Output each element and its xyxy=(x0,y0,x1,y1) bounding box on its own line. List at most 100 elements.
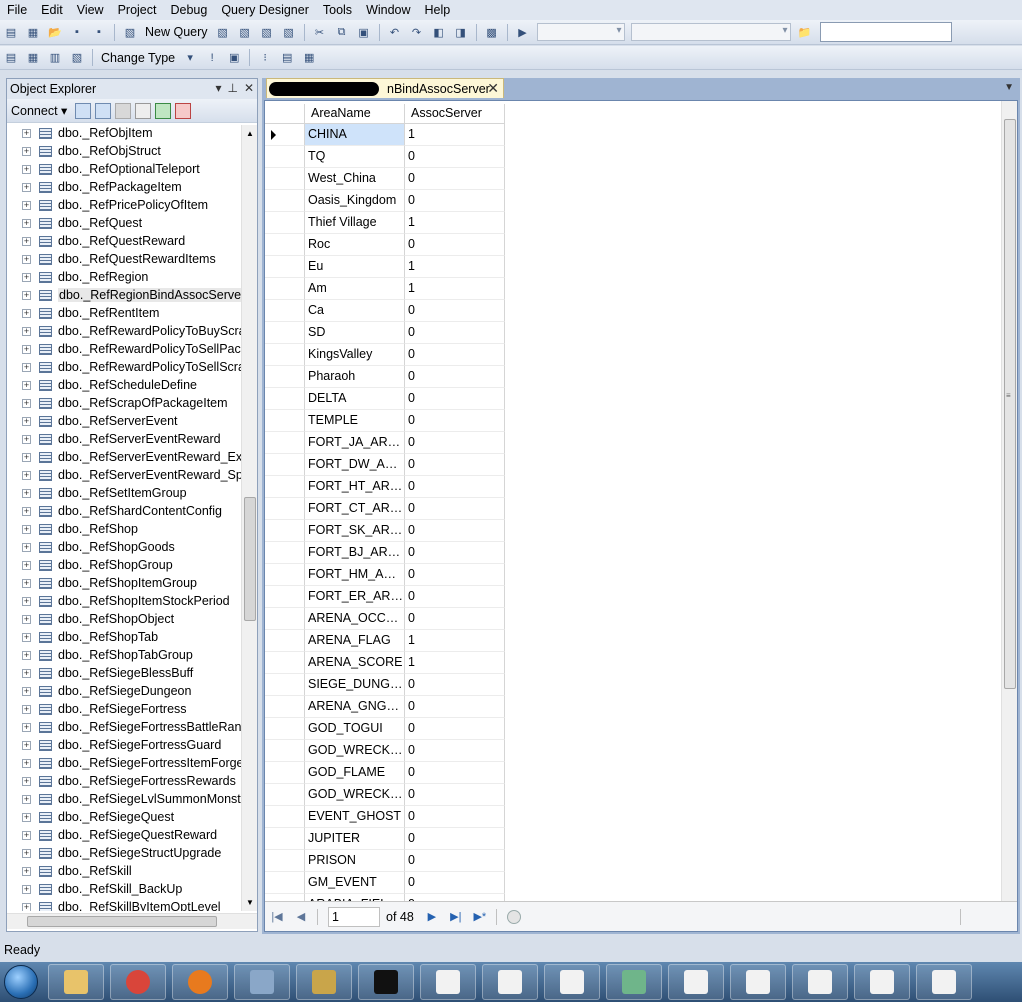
column-header-assocserver[interactable]: AssocServer xyxy=(405,104,505,124)
table-row[interactable]: SD 0 xyxy=(265,322,505,344)
table-row[interactable]: Am 1 xyxy=(265,278,505,300)
row-selector[interactable] xyxy=(265,124,305,146)
menu-debug[interactable]: Debug xyxy=(163,3,214,17)
undo-icon[interactable]: ↶ xyxy=(386,23,404,41)
tree-item[interactable]: + dbo._RefRewardPolicyToBuyScrapI xyxy=(7,323,241,341)
taskbar-button[interactable] xyxy=(110,964,166,1000)
save-all-icon[interactable]: ▪ xyxy=(90,23,108,41)
cell-areaname[interactable]: GOD_FLAME xyxy=(305,762,405,784)
row-selector[interactable] xyxy=(265,168,305,190)
tree-item[interactable]: + dbo._RefPackageItem xyxy=(7,179,241,197)
cell-assocserver[interactable]: 0 xyxy=(405,850,505,872)
tree-item[interactable]: + dbo._RefSiegeBlessBuff xyxy=(7,665,241,683)
mdx-query-icon[interactable]: ▧ xyxy=(236,23,254,41)
cell-areaname[interactable]: ARENA_GNGWC xyxy=(305,696,405,718)
row-selector-header[interactable] xyxy=(265,104,305,124)
cell-areaname[interactable]: Roc xyxy=(305,234,405,256)
table-row[interactable]: KingsValley 0 xyxy=(265,344,505,366)
menu-edit[interactable]: Edit xyxy=(34,3,70,17)
tree-item[interactable]: + dbo._RefServerEventReward_Spawn xyxy=(7,467,241,485)
cell-areaname[interactable]: DELTA xyxy=(305,388,405,410)
cell-assocserver[interactable]: 0 xyxy=(405,542,505,564)
navigate-forward-icon[interactable]: ◨ xyxy=(452,23,470,41)
row-selector[interactable] xyxy=(265,388,305,410)
stop-query-icon[interactable] xyxy=(506,909,521,924)
table-row[interactable]: EVENT_GHOST 0 xyxy=(265,806,505,828)
expand-icon[interactable]: + xyxy=(22,795,31,804)
table-row[interactable]: Eu 1 xyxy=(265,256,505,278)
tree-item[interactable]: + dbo._RefShardContentConfig xyxy=(7,503,241,521)
tree-item[interactable]: + dbo._RefShop xyxy=(7,521,241,539)
table-row[interactable]: JUPITER 0 xyxy=(265,828,505,850)
tree-item[interactable]: + dbo._RefShopItemStockPeriod xyxy=(7,593,241,611)
tree-item[interactable]: + dbo._RefSkill_BackUp xyxy=(7,881,241,899)
cell-areaname[interactable]: GOD_WRECK_O... xyxy=(305,784,405,806)
cell-areaname[interactable]: SIEGE_DUNGEON xyxy=(305,674,405,696)
column-header-areaname[interactable]: AreaName xyxy=(305,104,405,124)
row-selector[interactable] xyxy=(265,740,305,762)
close-icon[interactable]: ✕ xyxy=(244,81,254,95)
show-sql-pane-icon[interactable]: ▥ xyxy=(46,49,64,67)
expand-icon[interactable]: + xyxy=(22,885,31,894)
row-selector[interactable] xyxy=(265,586,305,608)
activity-monitor-icon[interactable]: ▩ xyxy=(483,23,501,41)
cell-assocserver[interactable]: 0 xyxy=(405,674,505,696)
table-row[interactable]: GOD_FLAME 0 xyxy=(265,762,505,784)
expand-icon[interactable]: + xyxy=(22,507,31,516)
expand-icon[interactable]: + xyxy=(22,867,31,876)
menu-file[interactable]: File xyxy=(0,3,34,17)
table-row[interactable]: FORT_BJ_AREA 0 xyxy=(265,542,505,564)
table-row[interactable]: ARENA_FLAG 1 xyxy=(265,630,505,652)
cell-areaname[interactable]: FORT_ER_AREA xyxy=(305,586,405,608)
tree-item[interactable]: + dbo._RefSiegeFortressGuard xyxy=(7,737,241,755)
table-row[interactable]: Oasis_Kingdom 0 xyxy=(265,190,505,212)
table-row[interactable]: FORT_ER_AREA 0 xyxy=(265,586,505,608)
cell-assocserver[interactable]: 1 xyxy=(405,630,505,652)
tree-item[interactable]: + dbo._RefSiegeFortressRewards xyxy=(7,773,241,791)
collapse-icon[interactable] xyxy=(175,102,192,119)
table-row[interactable]: Roc 0 xyxy=(265,234,505,256)
row-selector[interactable] xyxy=(265,476,305,498)
expand-icon[interactable]: + xyxy=(22,759,31,768)
expand-icon[interactable]: + xyxy=(22,327,31,336)
row-selector[interactable] xyxy=(265,278,305,300)
table-row[interactable]: TQ 0 xyxy=(265,146,505,168)
scrollbar-thumb[interactable] xyxy=(27,916,217,927)
connect-object-explorer-icon[interactable] xyxy=(75,102,92,119)
cell-areaname[interactable]: West_China xyxy=(305,168,405,190)
cell-assocserver[interactable]: 0 xyxy=(405,828,505,850)
window-position-icon[interactable]: ▾ xyxy=(215,81,221,95)
tree-item[interactable]: + dbo._RefSiegeQuestReward xyxy=(7,827,241,845)
taskbar-button[interactable] xyxy=(420,964,476,1000)
expand-icon[interactable]: + xyxy=(22,489,31,498)
grid-vertical-scrollbar[interactable]: ≡ xyxy=(1001,101,1017,901)
add-derived-table-icon[interactable]: ▦ xyxy=(300,49,318,67)
cell-areaname[interactable]: Ca xyxy=(305,300,405,322)
expand-icon[interactable]: + xyxy=(22,597,31,606)
cell-areaname[interactable]: JUPITER xyxy=(305,828,405,850)
tree-item[interactable]: + dbo._RefScrapOfPackageItem xyxy=(7,395,241,413)
cell-assocserver[interactable]: 0 xyxy=(405,344,505,366)
redo-icon[interactable]: ↷ xyxy=(408,23,426,41)
table-row[interactable]: PRISON 0 xyxy=(265,850,505,872)
cell-areaname[interactable]: Oasis_Kingdom xyxy=(305,190,405,212)
cell-areaname[interactable]: EVENT_GHOST xyxy=(305,806,405,828)
tree-item[interactable]: + dbo._RefShopItemGroup xyxy=(7,575,241,593)
tree-item[interactable]: + dbo._RefQuest xyxy=(7,215,241,233)
row-selector[interactable] xyxy=(265,608,305,630)
cell-assocserver[interactable]: 0 xyxy=(405,410,505,432)
cell-areaname[interactable]: FORT_JA_AREA xyxy=(305,432,405,454)
start-debugging-icon[interactable]: ▶ xyxy=(514,23,532,41)
dmx-query-icon[interactable]: ▧ xyxy=(258,23,276,41)
tree-item[interactable]: + dbo._RefShopGoods xyxy=(7,539,241,557)
cell-areaname[interactable]: ARENA_OCCUPY xyxy=(305,608,405,630)
cell-areaname[interactable]: FORT_BJ_AREA xyxy=(305,542,405,564)
find-in-files-icon[interactable]: 📁 xyxy=(796,23,814,41)
row-selector[interactable] xyxy=(265,630,305,652)
table-row[interactable]: ARENA_GNGWC 0 xyxy=(265,696,505,718)
show-criteria-pane-icon[interactable]: ▦ xyxy=(24,49,42,67)
new-query-icon[interactable]: ▧ xyxy=(121,23,139,41)
table-row[interactable]: GM_EVENT 0 xyxy=(265,872,505,894)
change-type-button[interactable]: Change Type xyxy=(101,51,175,65)
tree-item[interactable]: + dbo._RefQuestReward xyxy=(7,233,241,251)
